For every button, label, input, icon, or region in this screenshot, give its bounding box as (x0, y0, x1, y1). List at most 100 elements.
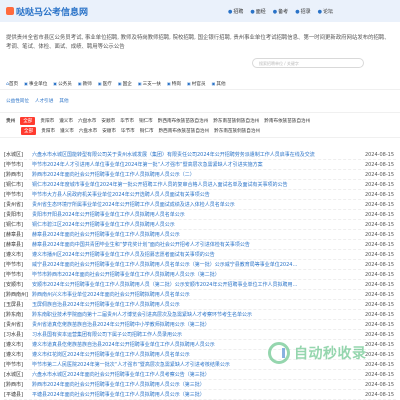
list-item-region[interactable]: [毕节市] (4, 271, 32, 278)
list-item-region[interactable]: [铜仁市] (4, 181, 32, 188)
category-item[interactable]: ▣三支一扶 (138, 81, 161, 87)
category-item[interactable]: ▣教师 (78, 81, 92, 87)
list-item-title[interactable]: 遵义市道真县仡佬族苗族自治县2024年公开招聘事业单位工作人员拟聘用人员公示 (32, 341, 364, 348)
list-item-title[interactable]: 铜仁市2024年度城市事业单位2024年第一批公开招聘工作人员的复审合格人员进入… (32, 181, 364, 188)
list-item-region[interactable]: [毕节市] (4, 361, 32, 368)
list-item-region[interactable]: [贵阳市] (4, 211, 32, 218)
category-item[interactable]: ▣特岗 (167, 81, 181, 87)
list-item-title[interactable]: 遵义市红花岗区2024年公开招聘事业单位工作人员拟聘用人员名单公示 (32, 351, 364, 358)
type-filter-option[interactable]: 铜仁市 (140, 128, 154, 134)
list-item-title[interactable]: 黔西市2024年面向社会公开招聘事业单位工作人员拟聘用人员公示（第三批） (32, 381, 364, 388)
category-item[interactable]: ▣事业单位 (24, 81, 47, 87)
list-item-title[interactable]: 贵州省道真仡佬族苗族自治县2024年公开招聘中小学教师拟聘用公示（第二批） (32, 321, 364, 328)
list-item-region[interactable]: [习水县] (4, 331, 32, 338)
category-icon: ▣ (77, 80, 82, 86)
list-item-title[interactable]: 贵阳市开阳县2024年公开招聘事业单位工作人员拟聘用人员名单公示 (32, 211, 364, 218)
list-item-region[interactable]: [遵义市] (4, 251, 32, 258)
region-filter-option[interactable]: 黔东南苗族侗族自治州 (213, 118, 259, 124)
top-nav-item[interactable]: ●面经 (250, 8, 265, 15)
list-item-title[interactable]: 赫章县2024年面向中国共青团毕业生和“梦花奖计划”面向社会公开招考人才引进体检… (32, 241, 364, 248)
region-filter-option[interactable]: 安顺市 (101, 118, 115, 124)
list-item-title[interactable]: 毕节市第二人民医院2024年第一批次“人才强市”暨高层次急需紧缺人才引进考核结果… (32, 361, 364, 368)
list-item-region[interactable]: [玉屏县] (4, 301, 32, 308)
category-item[interactable]: ▣公务员 (53, 81, 72, 87)
list-item-region[interactable]: [水城区] (4, 371, 32, 378)
top-nav-item[interactable]: ●论坛 (318, 8, 333, 15)
list-item-title[interactable]: 安顺市2024年公开招聘事业单位工作人员拟聘用人员（第二批）公示安顺市2024年… (32, 281, 364, 288)
region-filter-option[interactable]: 全部 (20, 117, 36, 125)
list-item: [毕节市] 毕节市大方县人民政府机关事业单位2024年公开选聘人员人员面试有关事项… (4, 190, 396, 200)
list-item-region[interactable]: [毕节市] (4, 261, 32, 268)
list-item-title[interactable]: 六盘水市水城区2024年面向社会公开招聘事业单位工作人员考察公告（第三批） (32, 371, 364, 378)
list-item-region[interactable]: [贵州省] (4, 321, 32, 328)
list-item: [毕节市] 毕节市黔西市2024年面向社会公开招聘事业单位工作人员拟聘用人员公示（… (4, 270, 396, 280)
region-filter-option[interactable]: 毕节市 (120, 118, 134, 124)
list-item-title[interactable]: 铜仁市碧江区2024年公开招聘事业单位工作人员拟聘用人员公示 (32, 221, 364, 228)
top-nav-item[interactable]: ●招聘 (228, 8, 243, 15)
sub-nav-item[interactable]: 其他 (59, 98, 68, 104)
type-filter-option[interactable]: 黔西南布依族苗族自治州 (159, 128, 210, 134)
list-item-region[interactable]: [贵州省] (4, 201, 32, 208)
list-item-region[interactable]: [赫章县] (4, 231, 32, 238)
region-filter-option[interactable]: 贵阳市 (40, 118, 54, 124)
category-icon: ▣ (186, 80, 191, 86)
list-item-region[interactable]: [遵义市] (4, 341, 32, 348)
list-item-region[interactable]: [黔西市] (4, 171, 32, 178)
category-item[interactable]: ▣村官员 (187, 81, 206, 87)
top-nav-item[interactable]: ●招录 (295, 8, 310, 15)
region-filter-option[interactable]: 六盘水市 (78, 118, 96, 124)
home-link[interactable]: ⌂首页 (6, 81, 18, 87)
type-filter-option[interactable]: 安顺市 (102, 128, 116, 134)
type-filter-option[interactable]: 六盘水市 (79, 128, 97, 134)
sub-nav-item[interactable]: 公益性岗位 (6, 98, 29, 104)
region-filter-option[interactable]: 黔南布依族苗族自治州 (264, 118, 310, 124)
list-item-title[interactable]: 黔西南州兴义市事业单位2024年面向社会公开招聘拟聘用人员名单公示 (32, 291, 364, 298)
region-filter-option[interactable]: 铜仁市 (139, 118, 153, 124)
list-item-region[interactable]: [铜仁市] (4, 221, 32, 228)
nav-dot-icon: ● (317, 8, 322, 15)
category-item[interactable]: ▣医疗 (98, 81, 112, 87)
list-item-region[interactable]: [毕节市] (4, 191, 32, 198)
list-item-region[interactable]: [遵义市] (4, 351, 32, 358)
list-item-title[interactable]: 平塘县2024年面向社会公开招聘事业单位工作人员拟聘用人员公示（第三批） (32, 391, 364, 398)
category-item[interactable]: ▣其他 (212, 81, 226, 87)
list-item-title[interactable]: 六盘水市水城区国能转型有限公司关于贵州水城发展（集团）有限责任公司2024年公开… (32, 151, 364, 158)
list-item: [铜仁市] 铜仁市碧江区2024年公开招聘事业单位工作人员拟聘用人员公示 2024-… (4, 220, 396, 230)
list-item-date: 2024-08-15 (364, 381, 394, 388)
list-item-title[interactable]: 贵州省生态环境厅所属事业单位2024年公开招聘工作人员面试成绩及进入体检人员名单… (32, 201, 364, 208)
region-filter-option[interactable]: 遵义市 (59, 118, 73, 124)
category-icon: ▣ (211, 80, 216, 86)
list-item-region[interactable]: [毕节市] (4, 161, 32, 168)
list-item: [黔西市] 黔西市2024年面向社会公开招聘事业单位工作人员拟聘用人员公示（第三批… (4, 380, 396, 390)
type-filter-option[interactable]: 遵义市 (60, 128, 74, 134)
region-filter-option[interactable]: 黔西南布依族苗族自治州 (158, 118, 209, 124)
list-item-region[interactable]: [安顺市] (4, 281, 32, 288)
type-filter-all[interactable]: 全部 (21, 127, 37, 135)
list-item-region[interactable]: [黔西南州] (4, 291, 32, 298)
sub-nav-item[interactable]: 人才引进 (35, 98, 53, 104)
list-item-region[interactable]: [黔东南] (4, 311, 32, 318)
search-input[interactable]: 搜索招聘单位 / 关键字 (252, 58, 364, 68)
list-item-title[interactable]: 黔西市2024年面向社会公开招聘事业单位工作人员拟聘用人员公示（二） (32, 171, 364, 178)
list-item-region[interactable]: [赫章县] (4, 241, 32, 248)
category-item[interactable]: ▣国企 (118, 81, 132, 87)
list-item-title[interactable]: 玉屏侗族自治县2024年公开招聘事业单位工作人员拟聘用人员公示 (32, 301, 364, 308)
list-item-title[interactable]: 遵义市播州区2024年公开招聘事业单位工作人员及招募志愿者面试有关事项的公告 (32, 251, 364, 258)
list-item-title[interactable]: 赫章县2024年面向社会公开招聘事业单位工作人员拟聘用人员公示 (32, 231, 364, 238)
type-filter-option[interactable]: 黔东南苗族侗族自治州 (214, 128, 260, 134)
top-nav-item[interactable]: ●备考 (273, 8, 288, 15)
list-item-title[interactable]: 毕节市黔西市2024年面向社会公开招聘事业单位工作人员拟聘用人员公示（第二批） (32, 271, 364, 278)
list-item-region[interactable]: [水城区] (4, 151, 32, 158)
list-item-date: 2024-08-15 (364, 301, 394, 308)
list-item-title[interactable]: 黔东南职业技术学院面向第十二届贵州人才博览会引进高层次及急需紧缺人才考察环节考生… (32, 311, 364, 318)
list-item-title[interactable]: 威宁县2024年面向社会公开招聘事业单位工作人员拟聘用人员名单公示（第一批）公示… (32, 261, 364, 268)
list-item-title[interactable]: 毕节市2024年人才引进用人单位事业单位2024年第一批“人才强市”暨高层次急需… (32, 161, 364, 168)
list-item-region[interactable]: [平塘县] (4, 391, 32, 398)
type-filter-option[interactable]: 贵阳市 (41, 128, 55, 134)
list-item-title[interactable]: 毕节市大方县人民政府机关事业单位2024年公开选聘人员人员面试有关事项公告 (32, 191, 364, 198)
list-item-region[interactable]: [黔西市] (4, 381, 32, 388)
list-item-title[interactable]: 习水县国有资本运营集团有限公司下属子公司招聘工作人员录用公示 (32, 331, 364, 338)
top-nav-label: 备考 (278, 8, 289, 15)
site-logo[interactable]: 哒哒马公考信息网 (16, 5, 88, 18)
type-filter-option[interactable]: 毕节市 (121, 128, 135, 134)
